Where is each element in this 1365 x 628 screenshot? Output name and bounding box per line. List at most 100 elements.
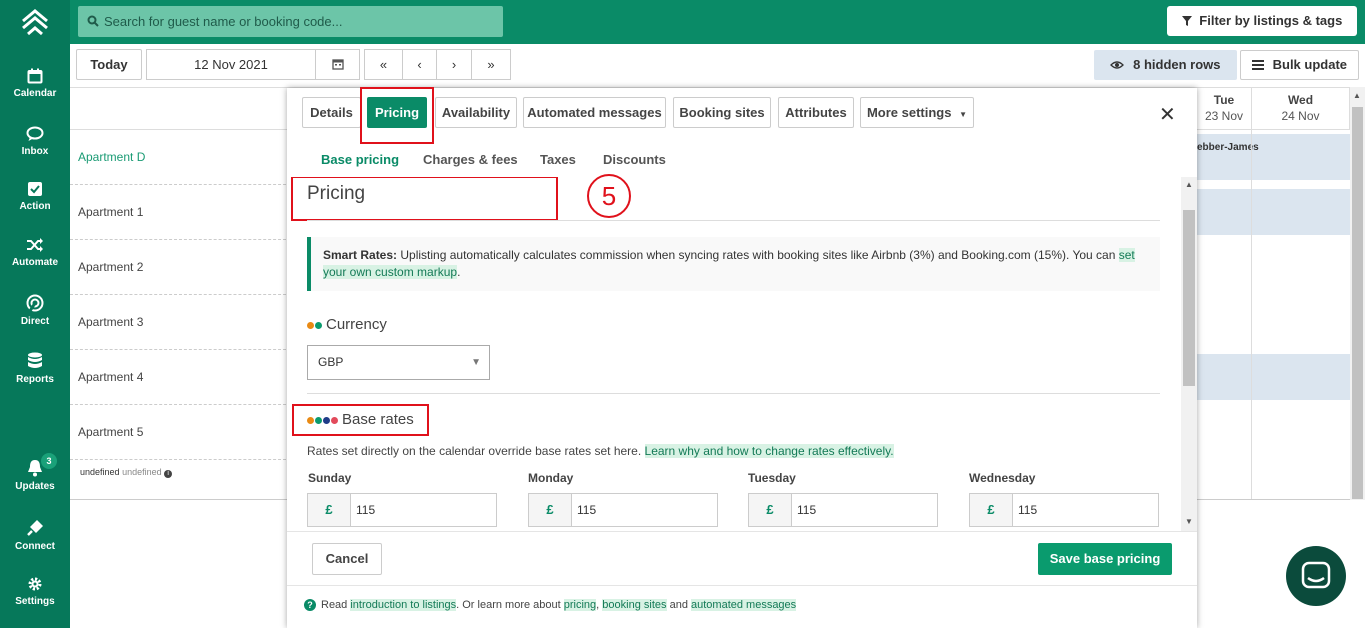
tab-details[interactable]: Details bbox=[302, 97, 361, 128]
today-button[interactable]: Today bbox=[76, 49, 142, 80]
sidebar-item-settings[interactable]: Settings bbox=[0, 576, 70, 607]
listing-row[interactable]: Apartment 5 bbox=[70, 405, 286, 460]
automated-messages-link[interactable]: automated messages bbox=[691, 599, 797, 611]
sidebar: Calendar Inbox Action Automate Direct Re… bbox=[0, 0, 70, 628]
dot-icon bbox=[315, 321, 322, 329]
tab-booking-sites[interactable]: Booking sites bbox=[673, 97, 771, 128]
subtab-discounts[interactable]: Discounts bbox=[603, 152, 666, 167]
checkbox-icon bbox=[28, 182, 42, 196]
chat-icon bbox=[1301, 561, 1331, 589]
day-name: Tue bbox=[1213, 93, 1235, 107]
sidebar-item-updates[interactable]: 3 Updates bbox=[0, 453, 70, 492]
next-button[interactable]: › bbox=[436, 49, 472, 80]
sidebar-item-label: Settings bbox=[15, 596, 55, 607]
rate-value: 115 bbox=[577, 503, 597, 517]
last-page-button[interactable]: » bbox=[471, 49, 511, 80]
gear-icon bbox=[28, 577, 42, 591]
listing-row[interactable]: Apartment D bbox=[70, 130, 286, 185]
sidebar-item-calendar[interactable]: Calendar bbox=[0, 68, 70, 99]
filter-listings-button[interactable]: Filter by listings & tags bbox=[1167, 6, 1357, 36]
hidden-rows-button[interactable]: 8 hidden rows bbox=[1094, 50, 1237, 80]
day-name: Wed bbox=[1287, 93, 1314, 107]
highlight-box bbox=[292, 404, 429, 436]
listing-settings-modal: Details Pricing Availability Automated m… bbox=[287, 87, 1197, 628]
calendar-scrollbar[interactable]: ▲ bbox=[1350, 87, 1365, 500]
cancel-button[interactable]: Cancel bbox=[312, 543, 382, 575]
sidebar-item-reports[interactable]: Reports bbox=[0, 352, 70, 385]
listing-row[interactable]: Apartment 2 bbox=[70, 240, 286, 295]
scroll-thumb[interactable] bbox=[1352, 107, 1363, 499]
save-base-pricing-button[interactable]: Save base pricing bbox=[1038, 543, 1172, 575]
tab-attributes[interactable]: Attributes bbox=[778, 97, 854, 128]
intro-listings-link[interactable]: introduction to listings bbox=[350, 599, 457, 611]
prev-button[interactable]: ‹ bbox=[402, 49, 437, 80]
smart-rates-text: Uplisting automatically calculates commi… bbox=[400, 248, 1116, 262]
tab-automated-messages[interactable]: Automated messages bbox=[523, 97, 666, 128]
tuesday-rate-input[interactable]: £115 bbox=[748, 493, 938, 527]
tab-more-settings-label: More settings bbox=[866, 105, 952, 120]
help-icon: ? bbox=[304, 599, 316, 611]
booking-bar[interactable] bbox=[1197, 354, 1350, 400]
sidebar-item-inbox[interactable]: Inbox bbox=[0, 126, 70, 157]
info-icon[interactable]: i bbox=[164, 470, 173, 478]
close-icon[interactable]: ✕ bbox=[1159, 102, 1176, 127]
dropdown-arrow-icon: ▼ bbox=[471, 357, 481, 368]
scroll-up-icon[interactable]: ▲ bbox=[1185, 180, 1193, 189]
modal-scrollbar[interactable]: ▲ ▼ bbox=[1181, 177, 1197, 531]
subtab-base-pricing[interactable]: Base pricing bbox=[321, 152, 399, 167]
smart-rates-title: Smart Rates: bbox=[323, 248, 398, 262]
help-and: and bbox=[669, 599, 688, 611]
subtab-charges-fees[interactable]: Charges & fees bbox=[423, 152, 518, 167]
search-input[interactable]: Search for guest name or booking code... bbox=[78, 6, 503, 37]
sunday-rate-input[interactable]: £115 bbox=[307, 493, 497, 527]
rate-day-label: Tuesday bbox=[748, 471, 796, 485]
search-icon bbox=[87, 15, 99, 27]
help-middle: . Or learn more about bbox=[456, 599, 561, 611]
monday-rate-input[interactable]: £115 bbox=[528, 493, 718, 527]
rate-value: 115 bbox=[356, 503, 376, 517]
tab-more-settings[interactable]: More settings ▼ bbox=[860, 97, 974, 128]
booking-bar[interactable]: ebber-James bbox=[1197, 134, 1350, 180]
scroll-down-icon[interactable]: ▼ bbox=[1185, 517, 1193, 526]
sidebar-item-automate[interactable]: Automate bbox=[0, 237, 70, 268]
date-field[interactable]: 12 Nov 2021 bbox=[146, 49, 316, 80]
date-picker-button[interactable] bbox=[315, 49, 360, 80]
pricing-link[interactable]: pricing bbox=[563, 599, 597, 611]
currency-select[interactable]: GBP ▼ bbox=[307, 345, 490, 380]
listing-row[interactable]: Apartment 3 bbox=[70, 295, 286, 350]
divider bbox=[307, 393, 1160, 394]
shuffle-icon bbox=[27, 238, 43, 252]
currency-heading: Currency bbox=[307, 316, 387, 333]
eye-icon bbox=[1110, 61, 1125, 69]
divider bbox=[287, 585, 1197, 586]
chat-launcher-button[interactable] bbox=[1286, 546, 1346, 606]
booking-sites-link[interactable]: booking sites bbox=[602, 599, 667, 611]
booking-guest: ebber-James bbox=[1197, 142, 1259, 153]
listing-row[interactable]: Apartment 4 bbox=[70, 350, 286, 405]
bulk-update-button[interactable]: Bulk update bbox=[1240, 50, 1359, 80]
booking-bar[interactable] bbox=[1197, 189, 1350, 235]
sidebar-item-label: Updates bbox=[15, 481, 55, 492]
sidebar-item-label: Calendar bbox=[13, 88, 57, 99]
learn-rates-link[interactable]: Learn why and how to change rates effect… bbox=[644, 444, 894, 458]
plug-icon bbox=[27, 520, 43, 536]
wednesday-rate-input[interactable]: £115 bbox=[969, 493, 1159, 527]
listing-row[interactable]: Apartment 1 bbox=[70, 185, 286, 240]
sidebar-item-label: Action bbox=[19, 201, 51, 212]
currency-symbol: £ bbox=[970, 494, 1013, 526]
sidebar-item-label: Inbox bbox=[21, 146, 49, 157]
sidebar-item-connect[interactable]: Connect bbox=[0, 519, 70, 552]
calendar-icon bbox=[331, 59, 344, 70]
divider bbox=[287, 531, 1197, 532]
first-page-button[interactable]: « bbox=[364, 49, 403, 80]
highlight-box bbox=[291, 177, 558, 221]
scroll-up-icon[interactable]: ▲ bbox=[1353, 91, 1361, 100]
sidebar-item-action[interactable]: Action bbox=[0, 181, 70, 212]
uplisting-logo[interactable] bbox=[20, 8, 50, 38]
chat-icon bbox=[26, 126, 44, 141]
tab-availability[interactable]: Availability bbox=[435, 97, 517, 128]
sidebar-item-direct[interactable]: Direct bbox=[0, 294, 70, 327]
subtab-taxes[interactable]: Taxes bbox=[540, 152, 576, 167]
scroll-thumb[interactable] bbox=[1183, 210, 1195, 386]
day-header: Wed 24 Nov bbox=[1252, 87, 1350, 130]
